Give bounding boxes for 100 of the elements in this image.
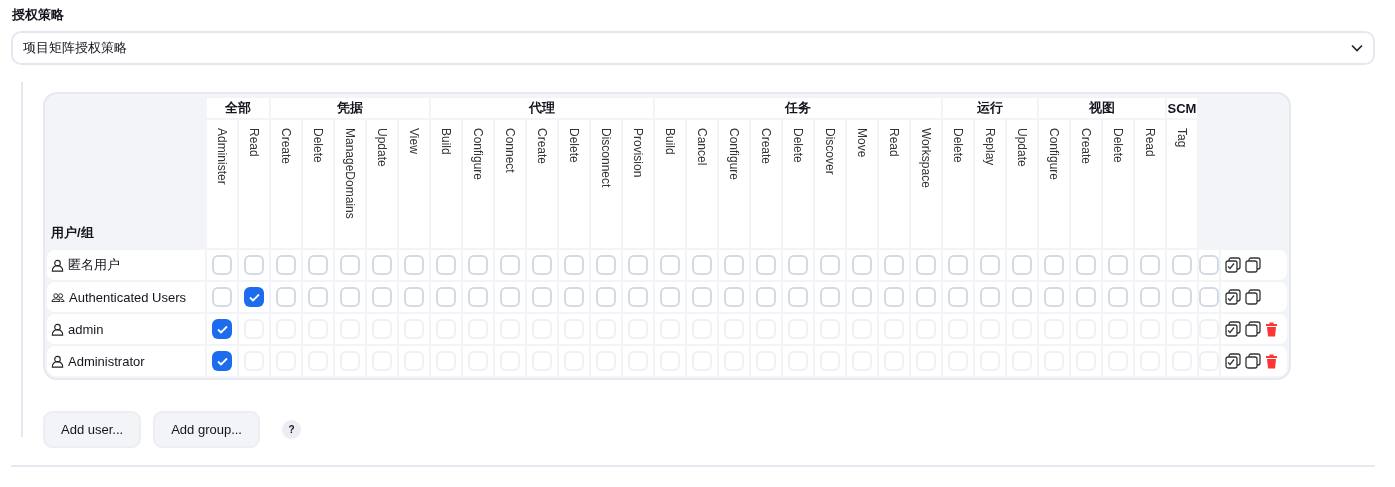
permission-checkbox[interactable] <box>1172 255 1192 275</box>
permission-checkbox[interactable] <box>308 287 328 307</box>
permission-checkbox[interactable] <box>596 287 616 307</box>
user-name: 匿名用户 <box>47 250 205 280</box>
permission-checkbox[interactable] <box>980 255 1000 275</box>
permission-checkbox[interactable] <box>1108 255 1128 275</box>
permission-checkbox[interactable] <box>436 255 456 275</box>
checked-squares-icon[interactable] <box>1225 321 1242 337</box>
permission-header: Administer <box>215 127 229 185</box>
permission-checkbox[interactable] <box>500 287 520 307</box>
permission-checkbox[interactable] <box>468 287 488 307</box>
permission-header: Cancel <box>695 127 709 166</box>
permission-checkbox[interactable] <box>916 287 936 307</box>
permission-checkbox[interactable] <box>756 287 776 307</box>
squares-icon[interactable] <box>1245 257 1262 273</box>
user-name: Administrator <box>47 346 205 376</box>
permission-checkbox[interactable] <box>212 319 232 339</box>
permission-checkbox[interactable] <box>948 287 968 307</box>
checked-squares-icon[interactable] <box>1225 257 1242 273</box>
permission-checkbox[interactable] <box>628 287 648 307</box>
permission-checkbox[interactable] <box>820 287 840 307</box>
permission-checkbox[interactable] <box>1140 287 1160 307</box>
add-button[interactable]: Add group... <box>153 411 260 448</box>
permission-checkbox[interactable] <box>884 287 904 307</box>
permission-checkbox[interactable] <box>244 287 264 307</box>
permission-checkbox[interactable] <box>980 287 1000 307</box>
permission-header: Create <box>759 127 773 165</box>
help-button[interactable]: ? <box>282 420 301 439</box>
permission-checkbox[interactable] <box>1012 255 1032 275</box>
permission-checkbox[interactable] <box>212 287 232 307</box>
permission-checkbox[interactable] <box>660 287 680 307</box>
permission-checkbox[interactable] <box>436 287 456 307</box>
add-button[interactable]: Add user... <box>43 411 142 448</box>
permission-header: Disconnect <box>599 127 613 188</box>
permission-header: Discover <box>823 127 837 175</box>
permission-checkbox[interactable] <box>404 287 424 307</box>
permission-checkbox[interactable] <box>692 255 712 275</box>
permission-checkbox[interactable] <box>820 255 840 275</box>
permission-checkbox[interactable] <box>212 255 232 275</box>
permission-checkbox[interactable] <box>564 287 584 307</box>
permission-header: Delete <box>791 127 805 163</box>
permission-header: Read <box>887 127 901 157</box>
permission-checkbox[interactable] <box>404 255 424 275</box>
checked-squares-icon[interactable] <box>1225 353 1242 369</box>
permission-checkbox[interactable] <box>1012 287 1032 307</box>
permission-checkbox[interactable] <box>340 255 360 275</box>
permission-checkbox[interactable] <box>308 255 328 275</box>
permission-checkbox[interactable] <box>468 255 488 275</box>
permission-header: Update <box>375 127 389 167</box>
permission-checkbox[interactable] <box>1044 255 1064 275</box>
permission-checkbox[interactable] <box>596 255 616 275</box>
permission-checkbox[interactable] <box>852 287 872 307</box>
permission-checkbox[interactable] <box>724 287 744 307</box>
permission-checkbox[interactable] <box>1199 287 1219 307</box>
permission-checkbox[interactable] <box>724 255 744 275</box>
permission-checkbox[interactable] <box>276 287 296 307</box>
user-name: Authenticated Users <box>47 282 205 312</box>
squares-icon[interactable] <box>1245 289 1262 305</box>
permission-header: Create <box>279 127 293 165</box>
permission-checkbox[interactable] <box>500 255 520 275</box>
permission-checkbox[interactable] <box>1108 287 1128 307</box>
permission-checkbox[interactable] <box>372 255 392 275</box>
checked-squares-icon[interactable] <box>1225 289 1242 305</box>
strategy-select[interactable]: 项目矩阵授权策略 <box>11 31 1375 65</box>
trash-icon[interactable] <box>1265 321 1278 337</box>
permission-checkbox[interactable] <box>756 255 776 275</box>
permission-checkbox[interactable] <box>212 351 232 371</box>
permission-checkbox[interactable] <box>692 287 712 307</box>
permission-header: Build <box>439 127 453 155</box>
permission-checkbox[interactable] <box>948 255 968 275</box>
permission-checkbox[interactable] <box>1199 255 1219 275</box>
permission-checkbox[interactable] <box>916 255 936 275</box>
permission-checkbox[interactable] <box>276 255 296 275</box>
permission-checkbox[interactable] <box>532 287 552 307</box>
permission-checkbox[interactable] <box>1044 287 1064 307</box>
squares-icon[interactable] <box>1245 353 1262 369</box>
permission-checkbox[interactable] <box>1140 255 1160 275</box>
permission-checkbox[interactable] <box>852 255 872 275</box>
trash-icon[interactable] <box>1265 353 1278 369</box>
permission-checkbox[interactable] <box>1172 287 1192 307</box>
permission-header: Delete <box>1111 127 1125 163</box>
permission-checkbox[interactable] <box>244 255 264 275</box>
squares-icon[interactable] <box>1245 321 1262 337</box>
permission-checkbox[interactable] <box>340 287 360 307</box>
permission-checkbox[interactable] <box>788 255 808 275</box>
permission-checkbox[interactable] <box>1076 255 1096 275</box>
permission-checkbox[interactable] <box>372 287 392 307</box>
permission-checkbox[interactable] <box>1076 287 1096 307</box>
check-icon <box>216 356 228 366</box>
permission-checkbox[interactable] <box>660 255 680 275</box>
users-icon <box>51 290 65 304</box>
permission-checkbox[interactable] <box>564 255 584 275</box>
permission-header: Read <box>1143 127 1157 157</box>
permission-header: Delete <box>951 127 965 163</box>
group-header: 凭据 <box>271 98 429 118</box>
permission-checkbox[interactable] <box>628 255 648 275</box>
permission-checkbox[interactable] <box>884 255 904 275</box>
group-header: 全部 <box>207 98 269 118</box>
permission-checkbox[interactable] <box>532 255 552 275</box>
permission-checkbox[interactable] <box>788 287 808 307</box>
